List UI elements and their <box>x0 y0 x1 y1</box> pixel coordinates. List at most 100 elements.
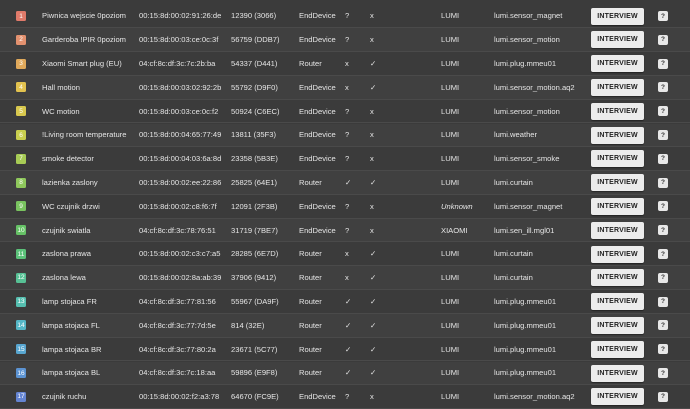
device-name: Hall motion <box>42 82 80 92</box>
table-row: 16 lampa stojaca BL 04:cf:8c:df:3c:7c:18:a… <box>0 361 690 386</box>
network-address: 59896 (E9F8) <box>231 368 278 378</box>
power-source-indicator: x <box>370 392 374 402</box>
model-id: lumi.sensor_motion.aq2 <box>494 392 575 402</box>
model-id: lumi.curtain <box>494 273 533 283</box>
help-icon[interactable]: ? <box>658 296 668 307</box>
power-source-indicator: ✓ <box>370 249 377 259</box>
model-id: lumi.sensor_magnet <box>494 11 563 21</box>
manufacturer: LUMI <box>441 154 460 164</box>
device-type: EndDevice <box>299 225 336 235</box>
device-type: Router <box>299 177 322 187</box>
rx-on-idle-indicator: ? <box>345 35 350 45</box>
help-icon[interactable]: ? <box>658 153 668 164</box>
interview-button[interactable]: INTERVIEW <box>591 31 644 49</box>
table-row: 2 Garderoba !PIR 0poziom 00:15:8d:00:03:ce… <box>0 28 690 53</box>
device-type: Router <box>299 273 322 283</box>
interview-button[interactable]: INTERVIEW <box>591 388 644 406</box>
rx-on-idle-indicator: ✓ <box>345 368 352 378</box>
ieee-address: 00:15:8d:00:04:03:6a:8d <box>139 154 222 164</box>
help-icon[interactable]: ? <box>658 225 668 236</box>
ieee-address: 04:cf:8c:df:3c:7c:2b:ba <box>139 58 216 68</box>
power-source-indicator: ✓ <box>370 320 377 330</box>
rx-on-idle-indicator: ? <box>345 11 350 21</box>
table-row: 4 Hall motion 00:15:8d:00:03:02:92:2b 55792… <box>0 75 690 100</box>
model-id: lumi.sensor_smoke <box>494 154 560 164</box>
help-icon[interactable]: ? <box>658 11 668 21</box>
interview-button[interactable]: INTERVIEW <box>591 174 644 192</box>
row-index-badge: 17 <box>16 391 26 402</box>
rx-on-idle-indicator: ? <box>345 201 350 211</box>
interview-button[interactable]: INTERVIEW <box>591 150 644 168</box>
help-icon[interactable]: ? <box>658 130 668 140</box>
ieee-address: 00:15:8d:00:02:8a:ab:39 <box>139 273 222 283</box>
manufacturer: LUMI <box>441 344 460 354</box>
help-icon[interactable]: ? <box>658 391 668 402</box>
interview-button[interactable]: INTERVIEW <box>591 316 644 334</box>
device-name: smoke detector <box>42 154 94 164</box>
interview-button[interactable]: INTERVIEW <box>591 102 644 120</box>
help-icon[interactable]: ? <box>658 344 668 355</box>
power-source-indicator: x <box>370 11 374 21</box>
network-address: 23671 (5C77) <box>231 344 278 354</box>
interview-button[interactable]: INTERVIEW <box>591 197 644 215</box>
help-icon[interactable]: ? <box>658 272 668 283</box>
help-icon[interactable]: ? <box>658 58 668 69</box>
interview-button[interactable]: INTERVIEW <box>591 293 644 311</box>
power-source-indicator: ✓ <box>370 296 377 306</box>
model-id: lumi.sen_ill.mgl01 <box>494 225 555 235</box>
ieee-address: 04:cf:8c:df:3c:78:76:51 <box>139 225 216 235</box>
interview-button[interactable]: INTERVIEW <box>591 55 644 73</box>
network-address: 23358 (5B3E) <box>231 154 278 164</box>
manufacturer: Unknown <box>441 201 473 211</box>
help-icon[interactable]: ? <box>658 106 668 117</box>
rx-on-idle-indicator: x <box>345 82 349 92</box>
manufacturer: LUMI <box>441 273 460 283</box>
help-icon[interactable]: ? <box>658 249 668 259</box>
manufacturer: LUMI <box>441 392 460 402</box>
row-index-badge: 7 <box>16 153 26 164</box>
interview-button[interactable]: INTERVIEW <box>591 245 644 263</box>
help-icon[interactable]: ? <box>658 368 668 378</box>
rx-on-idle-indicator: x <box>345 249 349 259</box>
help-icon[interactable]: ? <box>658 201 668 212</box>
device-name: zaslona prawa <box>42 249 91 259</box>
rx-on-idle-indicator: ✓ <box>345 320 352 330</box>
device-type: Router <box>299 344 322 354</box>
interview-button[interactable]: INTERVIEW <box>591 269 644 287</box>
table-row: 7 smoke detector 00:15:8d:00:04:03:6a:8d 23… <box>0 147 690 172</box>
row-index-badge: 13 <box>16 296 26 307</box>
ieee-address: 00:15:8d:00:03:ce:0c:3f <box>139 35 219 45</box>
row-index-badge: 16 <box>16 368 26 378</box>
device-name: lampa stojaca BL <box>42 368 101 378</box>
help-icon[interactable]: ? <box>658 34 668 45</box>
interview-button[interactable]: INTERVIEW <box>591 364 644 382</box>
table-row: 10 czujnik swiatla 04:cf:8c:df:3c:78:76:51… <box>0 218 690 243</box>
interview-button[interactable]: INTERVIEW <box>591 221 644 239</box>
ieee-address: 00:15:8d:00:02:ee:22:86 <box>139 177 222 187</box>
device-type: EndDevice <box>299 35 336 45</box>
help-icon[interactable]: ? <box>658 177 668 188</box>
network-address: 31719 (7BE7) <box>231 225 278 235</box>
device-type: EndDevice <box>299 130 336 140</box>
network-address: 13811 (35F3) <box>231 130 277 140</box>
manufacturer: LUMI <box>441 296 460 306</box>
device-type: EndDevice <box>299 106 336 116</box>
ieee-address: 04:cf:8c:df:3c:77:7d:5e <box>139 320 216 330</box>
network-address: 28285 (6E7D) <box>231 249 279 259</box>
rx-on-idle-indicator: ? <box>345 130 350 140</box>
row-index-badge: 4 <box>16 82 26 93</box>
power-source-indicator: x <box>370 35 374 45</box>
help-icon[interactable]: ? <box>658 82 668 93</box>
ieee-address: 04:cf:8c:df:3c:77:80:2a <box>139 344 216 354</box>
ieee-address: 04:cf:8c:df:3c:77:81:56 <box>139 296 216 306</box>
interview-button[interactable]: INTERVIEW <box>591 126 644 144</box>
interview-button[interactable]: INTERVIEW <box>591 78 644 96</box>
help-icon[interactable]: ? <box>658 320 668 331</box>
interview-button[interactable]: INTERVIEW <box>591 7 644 25</box>
ieee-address: 00:15:8d:00:02:c3:c7:a5 <box>139 249 221 259</box>
interview-button[interactable]: INTERVIEW <box>591 340 644 358</box>
network-address: 54337 (D441) <box>231 58 278 68</box>
model-id: lumi.sensor_motion <box>494 35 560 45</box>
model-id: lumi.plug.mmeu01 <box>494 368 557 378</box>
device-name: lazienka zaslony <box>42 177 98 187</box>
